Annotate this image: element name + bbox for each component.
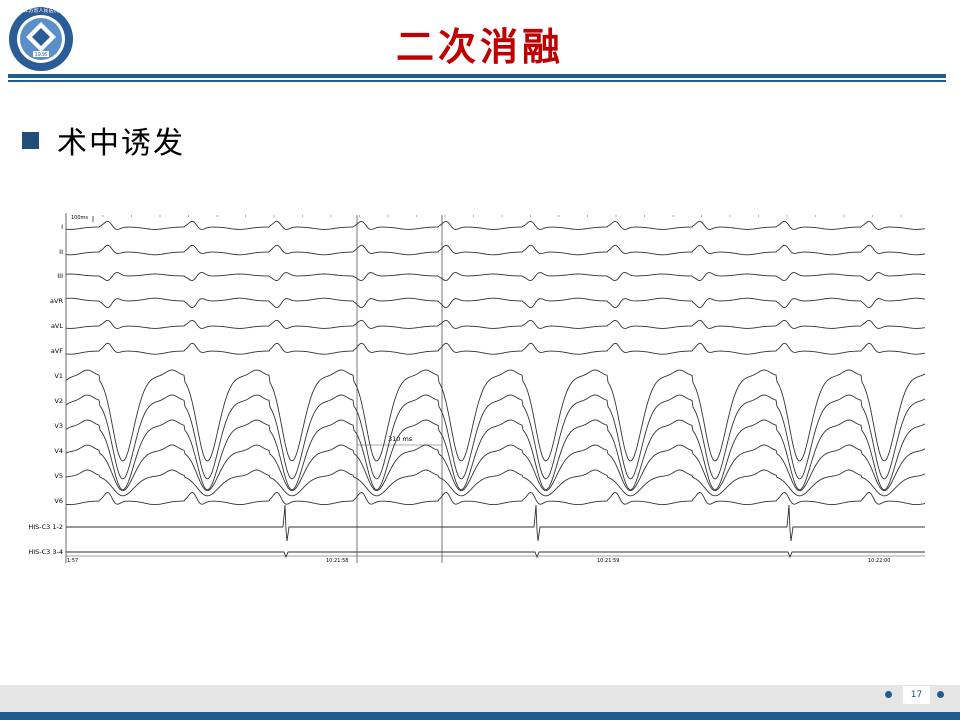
- lead-label: HIS-C3 1-2: [28, 523, 63, 531]
- lead-trace: [65, 394, 926, 480]
- lead-trace: [65, 244, 926, 256]
- timestamp-1: 10:21:58: [326, 558, 348, 564]
- ecg-tracing: 100ms 310 ms 1:57 10:21:58 10:21:59 10:2…: [28, 213, 926, 564]
- footer-band: [0, 685, 960, 712]
- interval-label: 310 ms: [388, 435, 413, 443]
- lead-trace: [65, 220, 926, 230]
- lead-trace: [65, 319, 926, 329]
- page-number: 17: [903, 686, 930, 704]
- lead-label: I: [61, 223, 63, 231]
- lead-label: aVL: [51, 322, 63, 330]
- lead-label: V3: [54, 422, 63, 430]
- lead-label: V1: [54, 372, 63, 380]
- lead-label: II: [59, 248, 63, 256]
- lead-label: III: [57, 272, 63, 280]
- timestamp-0: 1:57: [67, 558, 78, 564]
- lead-label: HIS-C3 3-4: [28, 548, 63, 556]
- timestamp-2: 10:21:59: [597, 558, 619, 564]
- footer-dot-icon: [937, 691, 944, 698]
- lead-label: V5: [54, 472, 63, 480]
- timestamp-3: 10:22:00: [868, 558, 890, 564]
- lead-trace: [65, 272, 926, 282]
- lead-label: aVR: [50, 297, 63, 305]
- his-trace: [66, 504, 925, 542]
- scale-label: 100ms: [71, 215, 88, 221]
- lead-label: aVF: [51, 347, 63, 355]
- lead-label: V2: [54, 397, 63, 405]
- lead-trace: [65, 444, 926, 492]
- lead-label: V4: [54, 447, 63, 455]
- lead-trace: [65, 297, 926, 309]
- footer-dot-icon: [885, 691, 892, 698]
- lead-trace: [65, 369, 926, 462]
- lead-label: V6: [54, 497, 63, 505]
- footer-bar: [0, 712, 960, 720]
- lead-trace: [65, 342, 926, 355]
- lead-trace: [65, 419, 926, 491]
